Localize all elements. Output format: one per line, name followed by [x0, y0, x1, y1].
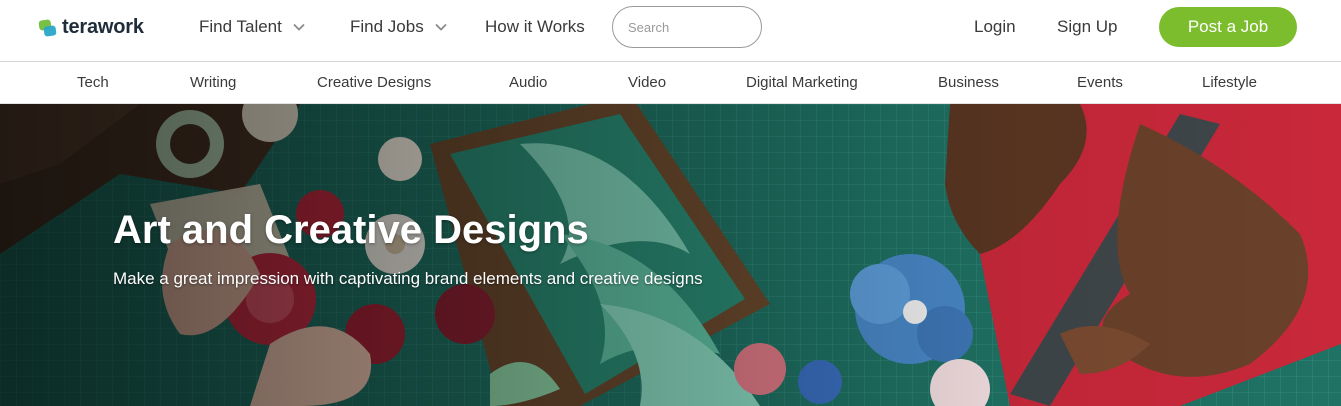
find-jobs-menu[interactable]: Find Jobs: [350, 17, 448, 37]
search-box[interactable]: [612, 6, 762, 48]
how-it-works-link[interactable]: How it Works: [485, 17, 585, 37]
post-a-job-button[interactable]: Post a Job: [1159, 7, 1297, 47]
category-video[interactable]: Video: [628, 74, 666, 91]
category-lifestyle[interactable]: Lifestyle: [1202, 74, 1257, 91]
category-tech[interactable]: Tech: [77, 74, 109, 91]
terawork-logo-icon: [38, 18, 58, 38]
hero-craft-photo: [0, 104, 1341, 406]
category-business[interactable]: Business: [938, 74, 999, 91]
top-navbar: terawork Find Talent Find Jobs How it Wo…: [0, 0, 1341, 62]
terawork-logo[interactable]: terawork: [38, 16, 144, 39]
category-digital-marketing[interactable]: Digital Marketing: [746, 74, 858, 91]
find-talent-menu[interactable]: Find Talent: [199, 17, 306, 37]
hero-title: Art and Creative Designs: [113, 208, 589, 252]
sign-up-label: Sign Up: [1057, 17, 1118, 36]
hero-banner: Art and Creative Designs Make a great im…: [0, 104, 1341, 406]
how-it-works-label: How it Works: [485, 17, 585, 36]
category-creative-designs[interactable]: Creative Designs: [317, 74, 431, 91]
category-bar: Tech Writing Creative Designs Audio Vide…: [0, 63, 1341, 104]
chevron-down-icon: [434, 20, 448, 34]
hero-subtitle: Make a great impression with captivating…: [113, 269, 703, 288]
search-input[interactable]: [613, 7, 761, 47]
category-audio[interactable]: Audio: [509, 74, 547, 91]
category-writing[interactable]: Writing: [190, 74, 236, 91]
category-events[interactable]: Events: [1077, 74, 1123, 91]
login-label: Login: [974, 17, 1016, 36]
logo-text: terawork: [62, 16, 144, 38]
find-talent-label: Find Talent: [199, 17, 282, 36]
chevron-down-icon: [292, 20, 306, 34]
find-jobs-label: Find Jobs: [350, 17, 424, 36]
sign-up-link[interactable]: Sign Up: [1057, 17, 1117, 37]
login-link[interactable]: Login: [974, 17, 1016, 37]
